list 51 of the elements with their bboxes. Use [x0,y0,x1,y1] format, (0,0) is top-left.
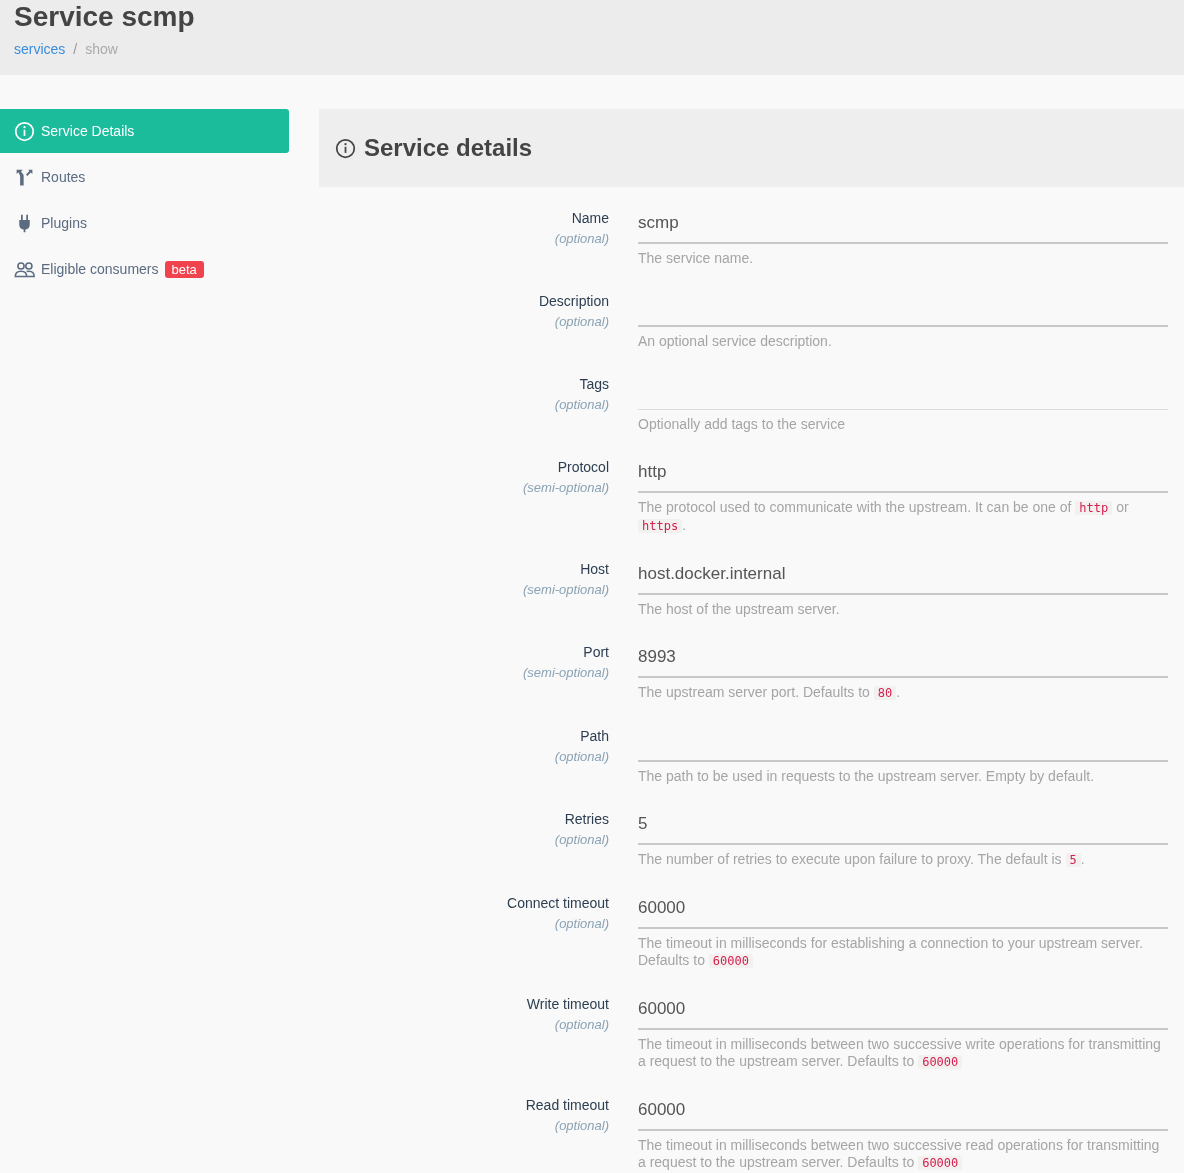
help-text: The number of retries to execute upon failure to proxy. The default is 5 . [638,851,1086,869]
field-hint: (optional) [553,1117,609,1135]
input-field[interactable]: http [638,456,1168,493]
field-hint: (semi-optional) [522,581,609,599]
breadcrumb-current: show [85,41,118,57]
field-label: Name [570,209,609,227]
field-label: Write timeout [525,995,609,1013]
beta-badge: beta [164,260,204,278]
field-hint: (semi-optional) [522,479,609,497]
panel-title: Service details [364,134,533,162]
field-hint: (optional) [553,748,609,766]
field-hint: (optional) [553,313,609,331]
input-field[interactable]: 60000 [638,1094,1168,1131]
input-field[interactable]: 8993 [638,641,1168,678]
help-text: Optionally add tags to the service [638,416,846,433]
sidebar-item[interactable]: Plugins [0,201,289,245]
help-text: The protocol used to communicate with the upstream. It can be one of http or https . [638,499,1130,535]
help-text: The timeout in milliseconds between two successive read operations for transmitting a request to the upstream server. Defaults to 60000 [638,1137,1161,1172]
breadcrumb-separator: / [73,41,78,57]
field-hint: (semi-optional) [522,664,609,682]
field-hint: (optional) [553,915,609,933]
info-icon [14,120,35,142]
field-hint: (optional) [553,831,609,849]
input-field[interactable]: scmp [638,207,1168,244]
help-text: An optional service description. [638,333,833,350]
help-text: The timeout in milliseconds between two successive write operations for transmitting a request to the upstream server. Defaults to 60000 [638,1036,1162,1071]
input-field[interactable]: host.docker.internal [638,558,1168,595]
help-text: The upstream server port. Defaults to 80 . [638,684,902,702]
help-text: The timeout in milliseconds for establishing a connection to your upstream server. Defaults to 60000 [638,935,1145,970]
info-icon [335,137,356,159]
field-label: Tags [578,375,609,393]
page-title: Service scmp [14,0,196,34]
field-label: Read timeout [524,1096,609,1114]
input-field[interactable]: 60000 [638,993,1168,1030]
field-hint: (optional) [553,396,609,414]
field-label: Path [579,727,609,745]
sidebar-item[interactable]: Eligible consumers beta [0,247,289,291]
sidebar-item[interactable]: Routes [0,155,289,199]
field-label: Description [537,292,609,310]
field-label: Connect timeout [506,894,609,912]
field-hint: (optional) [553,230,609,248]
help-text: The host of the upstream server. [638,601,841,618]
help-text: The path to be used in requests to the upstream server. Empty by default. [638,768,1096,785]
input-field[interactable]: 5 [638,808,1168,845]
field-label: Retries [563,810,609,828]
input-field[interactable]: 60000 [638,892,1168,929]
help-text: The service name. [638,250,755,267]
field-hint: (optional) [553,1016,609,1034]
field-label: Port [582,643,609,661]
field-label: Protocol [556,458,609,476]
field-label: Host [579,560,609,578]
